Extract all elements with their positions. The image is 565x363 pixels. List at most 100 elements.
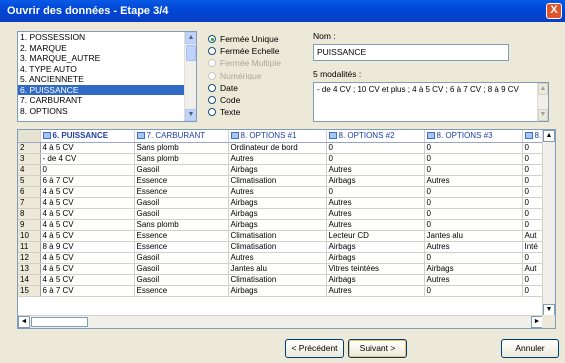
table-cell[interactable]: 4 à 5 CV [40,274,135,286]
scroll-up-icon[interactable]: ▲ [185,32,196,44]
table-cell[interactable]: Essence [134,285,229,297]
type-radio-option[interactable]: Date [208,82,281,94]
table-cell[interactable]: Essence [134,241,229,253]
table-cell[interactable]: 0 [522,142,545,154]
scroll-down-icon[interactable]: ▼ [185,109,196,121]
scroll-left-icon[interactable]: ◄ [18,316,30,328]
radio-icon[interactable] [208,35,216,43]
table-cell[interactable]: Airbags [228,208,327,220]
table-cell[interactable]: Autres [228,252,327,264]
table-cell[interactable]: Autres [326,164,425,176]
radio-icon[interactable] [208,47,216,56]
table-cell[interactable]: Lecteur CD [326,230,425,242]
table-cell[interactable]: 0 [522,197,545,209]
table-cell[interactable]: 0 [40,164,135,176]
table-cell[interactable]: 0 [424,219,523,231]
table-cell[interactable]: Climatisation [228,175,327,187]
type-radio-option[interactable]: Fermée Unique [208,33,281,45]
table-cell[interactable]: 4 à 5 CV [40,219,135,231]
table-cell[interactable]: 6 à 7 CV [40,285,135,297]
table-cell[interactable]: Autres [326,285,425,297]
radio-icon[interactable] [208,83,216,92]
table-cell[interactable]: 4 à 5 CV [40,230,135,242]
table-cell[interactable]: 0 [326,153,425,165]
grid-horizontal-scrollbar[interactable]: ◄ ► [18,315,543,328]
table-cell[interactable]: 0 [424,153,523,165]
table-cell[interactable]: Sans plomb [134,142,229,154]
close-icon[interactable]: X [546,3,562,19]
table-cell[interactable]: 8 à 9 CV [40,241,135,253]
table-cell[interactable]: 6 à 7 CV [40,175,135,187]
table-cell[interactable]: 0 [326,186,425,198]
column-header[interactable]: 7. CARBURANT [134,130,229,143]
table-cell[interactable]: Autres [228,186,327,198]
name-input[interactable]: PUISSANCE [313,44,509,61]
scroll-up-icon[interactable]: ▲ [543,130,555,142]
table-cell[interactable]: Gasoil [134,164,229,176]
table-cell[interactable]: Airbags [326,274,425,286]
table-cell[interactable]: 4 à 5 CV [40,208,135,220]
scroll-up-icon[interactable]: ▲ [538,83,548,95]
table-cell[interactable]: Gasoil [134,274,229,286]
table-cell[interactable]: Airbags [228,197,327,209]
table-cell[interactable]: Aut [522,263,545,275]
column-header[interactable]: 8. [522,130,545,143]
table-cell[interactable]: Airbags [326,175,425,187]
table-cell[interactable]: Jantes alu [424,230,523,242]
table-cell[interactable]: 0 [522,252,545,264]
table-cell[interactable]: Autres [424,274,523,286]
table-cell[interactable]: Autres [326,208,425,220]
table-cell[interactable]: Jantes alu [228,263,327,275]
table-cell[interactable]: Inté [522,241,545,253]
table-cell[interactable]: Gasoil [134,197,229,209]
radio-icon[interactable] [208,108,216,117]
variable-list-item[interactable]: 3. MARQUE_AUTRE [18,53,196,64]
variable-list-item[interactable]: 1. POSSESSION [18,32,196,43]
modalities-field[interactable]: - de 4 CV ; 10 CV et plus ; 4 à 5 CV ; 6… [313,82,549,122]
table-cell[interactable]: Gasoil [134,208,229,220]
table-cell[interactable]: Airbags [424,263,523,275]
table-cell[interactable]: 0 [522,274,545,286]
table-cell[interactable]: 0 [424,186,523,198]
table-cell[interactable]: Climatisation [228,241,327,253]
table-cell[interactable]: 4 à 5 CV [40,263,135,275]
variable-list-scrollbar[interactable]: ▲ ▼ [184,32,196,121]
table-cell[interactable]: Ordinateur de bord [228,142,327,154]
table-cell[interactable]: 0 [424,285,523,297]
table-cell[interactable]: 0 [522,186,545,198]
table-cell[interactable]: Essence [134,230,229,242]
table-cell[interactable]: Sans plomb [134,219,229,231]
table-cell[interactable]: 0 [522,285,545,297]
table-cell[interactable]: 0 [522,208,545,220]
table-cell[interactable]: Autres [326,219,425,231]
table-cell[interactable]: Autres [424,241,523,253]
table-cell[interactable]: Essence [134,186,229,198]
table-cell[interactable]: Autres [228,153,327,165]
previous-button[interactable]: < Précédent [285,339,344,358]
column-header[interactable]: 8. OPTIONS #2 [326,130,425,143]
table-cell[interactable]: 4 à 5 CV [40,197,135,209]
variable-list-item[interactable]: 2. MARQUE [18,43,196,54]
table-cell[interactable]: Gasoil [134,252,229,264]
table-cell[interactable]: Vitres teintées [326,263,425,275]
type-radio-option[interactable]: Fermée Echelle [208,45,281,57]
table-cell[interactable]: Essence [134,175,229,187]
table-cell[interactable]: Sans plomb [134,153,229,165]
table-cell[interactable]: Climatisation [228,230,327,242]
radio-icon[interactable] [208,95,216,104]
table-cell[interactable]: 4 à 5 CV [40,186,135,198]
table-cell[interactable]: 0 [424,164,523,176]
table-cell[interactable]: 4 à 5 CV [40,252,135,264]
table-cell[interactable]: Airbags [228,164,327,176]
table-cell[interactable]: 0 [522,164,545,176]
table-cell[interactable]: Airbags [326,252,425,264]
table-cell[interactable]: 4 à 5 CV [40,142,135,154]
type-radio-option[interactable]: Code [208,94,281,106]
table-cell[interactable]: Airbags [326,241,425,253]
table-cell[interactable]: - de 4 CV [40,153,135,165]
table-cell[interactable]: 0 [424,208,523,220]
table-cell[interactable]: Autres [424,175,523,187]
variable-list-item[interactable]: 7. CARBURANT [18,95,196,106]
variable-list-item[interactable]: 5. ANCIENNETE [18,74,196,85]
scroll-thumb[interactable] [186,45,196,61]
